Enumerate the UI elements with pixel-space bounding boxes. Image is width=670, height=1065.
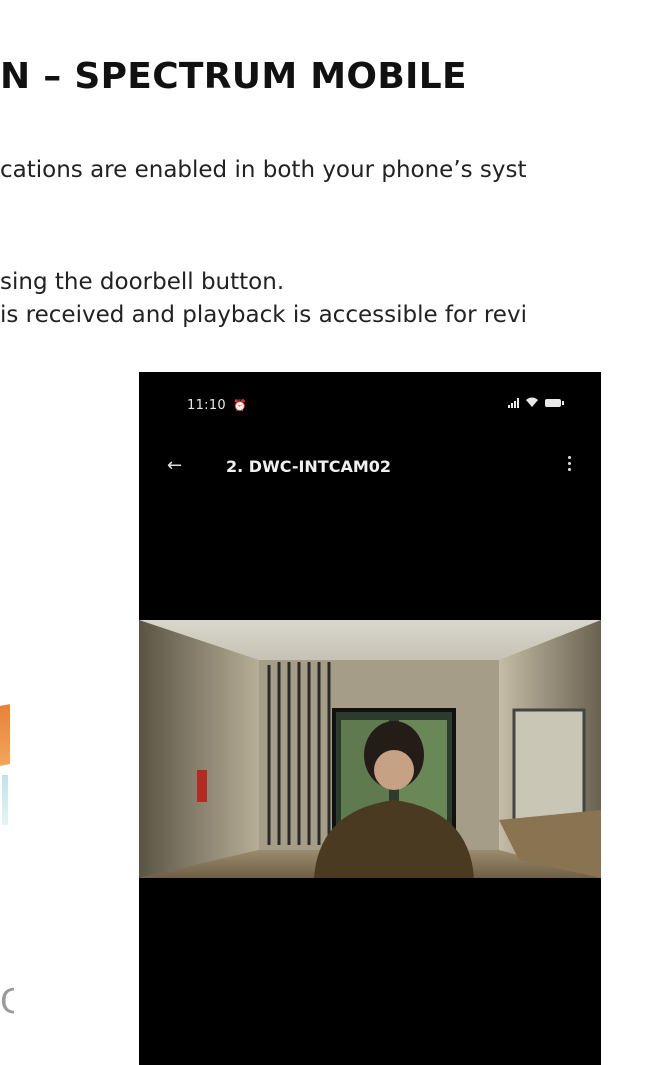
- back-arrow-icon[interactable]: ←: [167, 455, 182, 476]
- section-heading: N – SPECTRUM MOBILE: [0, 56, 467, 97]
- teal-shape: [2, 775, 8, 825]
- status-icons: [508, 397, 564, 408]
- instruction-line-1: cations are enabled in both your phone’s…: [0, 157, 527, 183]
- wifi-icon: [526, 397, 538, 407]
- battery-icon: [545, 398, 564, 407]
- orange-shape: [0, 704, 10, 766]
- video-frame: [139, 620, 601, 878]
- app-bar: ← 2. DWC-INTCAM02: [139, 450, 601, 486]
- device-title: 2. DWC-INTCAM02: [226, 457, 392, 476]
- instruction-line-2: sing the doorbell button.: [0, 269, 285, 295]
- phone-screenshot: 11:10 ⏰ ← 2. DWC-INTCAM02: [139, 372, 601, 1065]
- left-cropped-logo-glyph: G: [0, 985, 14, 1019]
- status-bar: 11:10 ⏰: [139, 372, 601, 432]
- instruction-line-3: is received and playback is accessible f…: [0, 302, 527, 328]
- alarm-clock-icon: ⏰: [233, 399, 248, 412]
- live-video-feed[interactable]: [139, 620, 601, 878]
- status-time: 11:10: [187, 398, 226, 413]
- more-vertical-icon[interactable]: [568, 456, 571, 471]
- left-cropped-image: [0, 695, 20, 835]
- signal-icon: [508, 397, 519, 408]
